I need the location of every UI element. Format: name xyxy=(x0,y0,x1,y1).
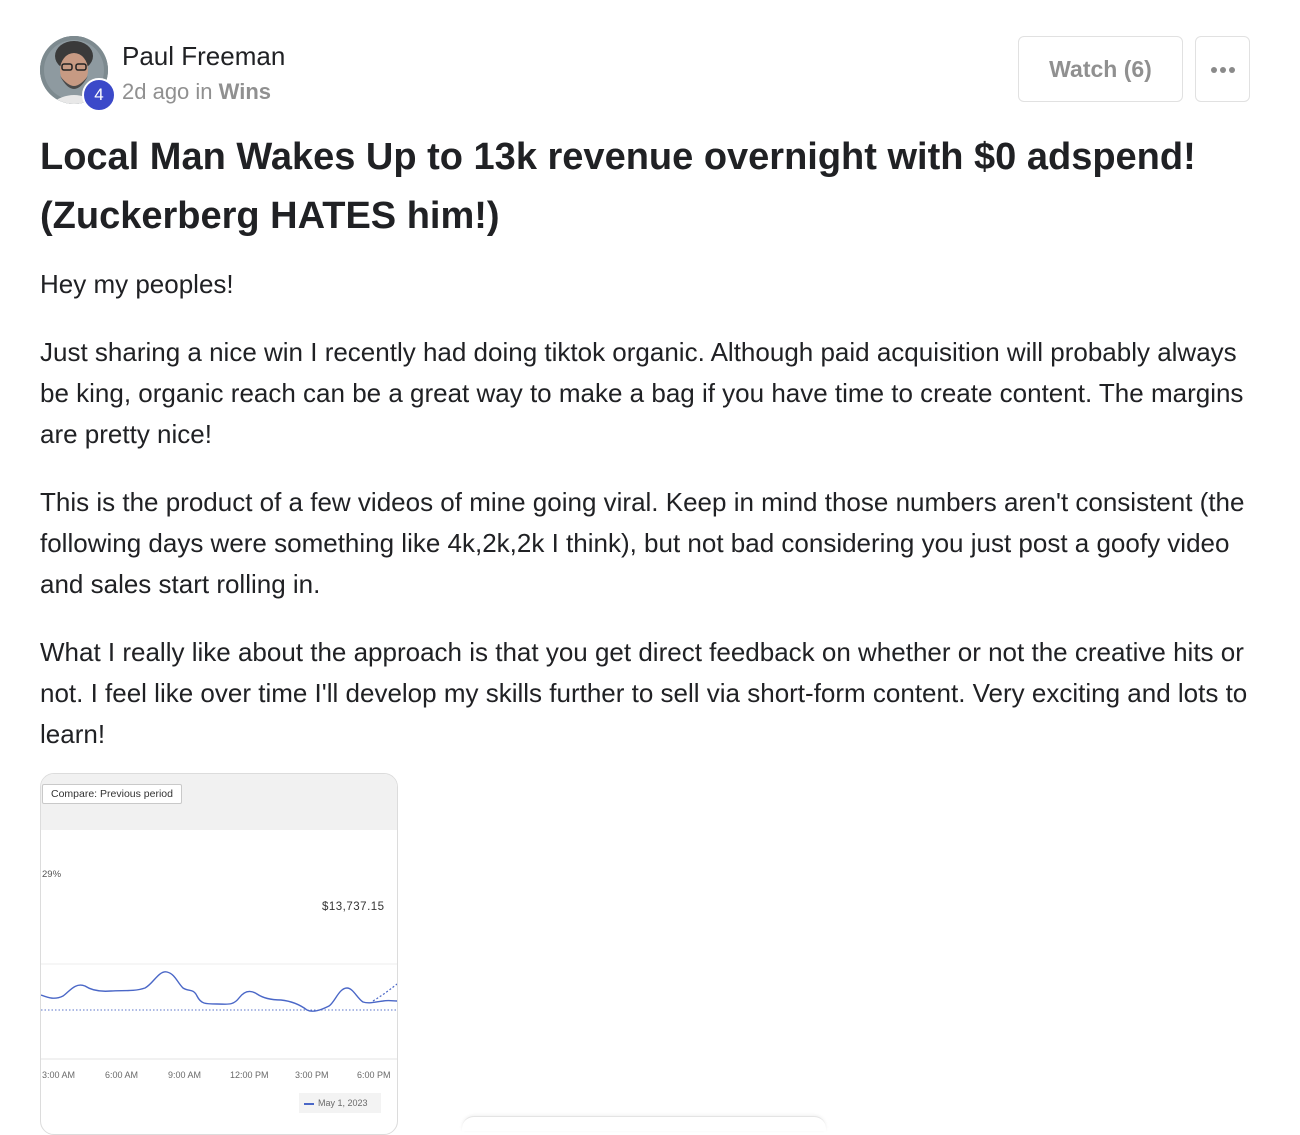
x-axis-tick: 12:00 PM xyxy=(230,1070,269,1080)
more-options-button[interactable] xyxy=(1195,36,1250,102)
post-paragraph: Just sharing a nice win I recently had d… xyxy=(40,337,1244,449)
legend-swatch xyxy=(304,1102,314,1105)
x-axis-tick: 3:00 PM xyxy=(295,1070,329,1080)
post-card: 4 Paul Freeman 2d ago in Wins Watch (6) … xyxy=(40,36,1252,755)
post-paragraph: This is the product of a few videos of m… xyxy=(40,487,1245,599)
more-horizontal-icon xyxy=(1210,67,1235,74)
chart-series-current xyxy=(41,971,397,1012)
chart-legend: May 1, 2023 xyxy=(299,1093,381,1113)
x-axis-tick: 9:00 AM xyxy=(168,1070,202,1080)
x-axis-tick: 3:00 AM xyxy=(42,1070,76,1080)
post-body: Hey my peoples! Just sharing a nice win … xyxy=(40,264,1252,755)
chart-series-projection xyxy=(372,983,397,1002)
level-badge: 4 xyxy=(82,78,116,112)
post-meta-in: in xyxy=(195,79,213,104)
x-axis-tick: 6:00 PM xyxy=(357,1070,391,1080)
next-card-edge xyxy=(462,1116,826,1131)
post-paragraph: Hey my peoples! xyxy=(40,269,234,299)
author-name[interactable]: Paul Freeman xyxy=(122,41,285,72)
watch-button[interactable]: Watch (6) xyxy=(1018,36,1183,102)
post-category-link[interactable]: Wins xyxy=(219,79,271,104)
post-header: 4 Paul Freeman 2d ago in Wins Watch (6) xyxy=(40,36,1252,112)
post-meta: 2d ago in Wins xyxy=(122,79,271,105)
post-paragraph: What I really like about the approach is… xyxy=(40,637,1248,749)
author-avatar[interactable]: 4 xyxy=(40,36,116,112)
post-image-attachment[interactable]: Compare: Previous period 29% $13,737.15 … xyxy=(40,773,398,1135)
legend-label: May 1, 2023 xyxy=(318,1098,368,1108)
x-axis-tick: 6:00 AM xyxy=(105,1070,139,1080)
sales-line-chart xyxy=(41,963,397,1060)
post-time: 2d ago xyxy=(122,79,190,104)
post-title: Local Man Wakes Up to 13k revenue overni… xyxy=(40,136,1196,237)
